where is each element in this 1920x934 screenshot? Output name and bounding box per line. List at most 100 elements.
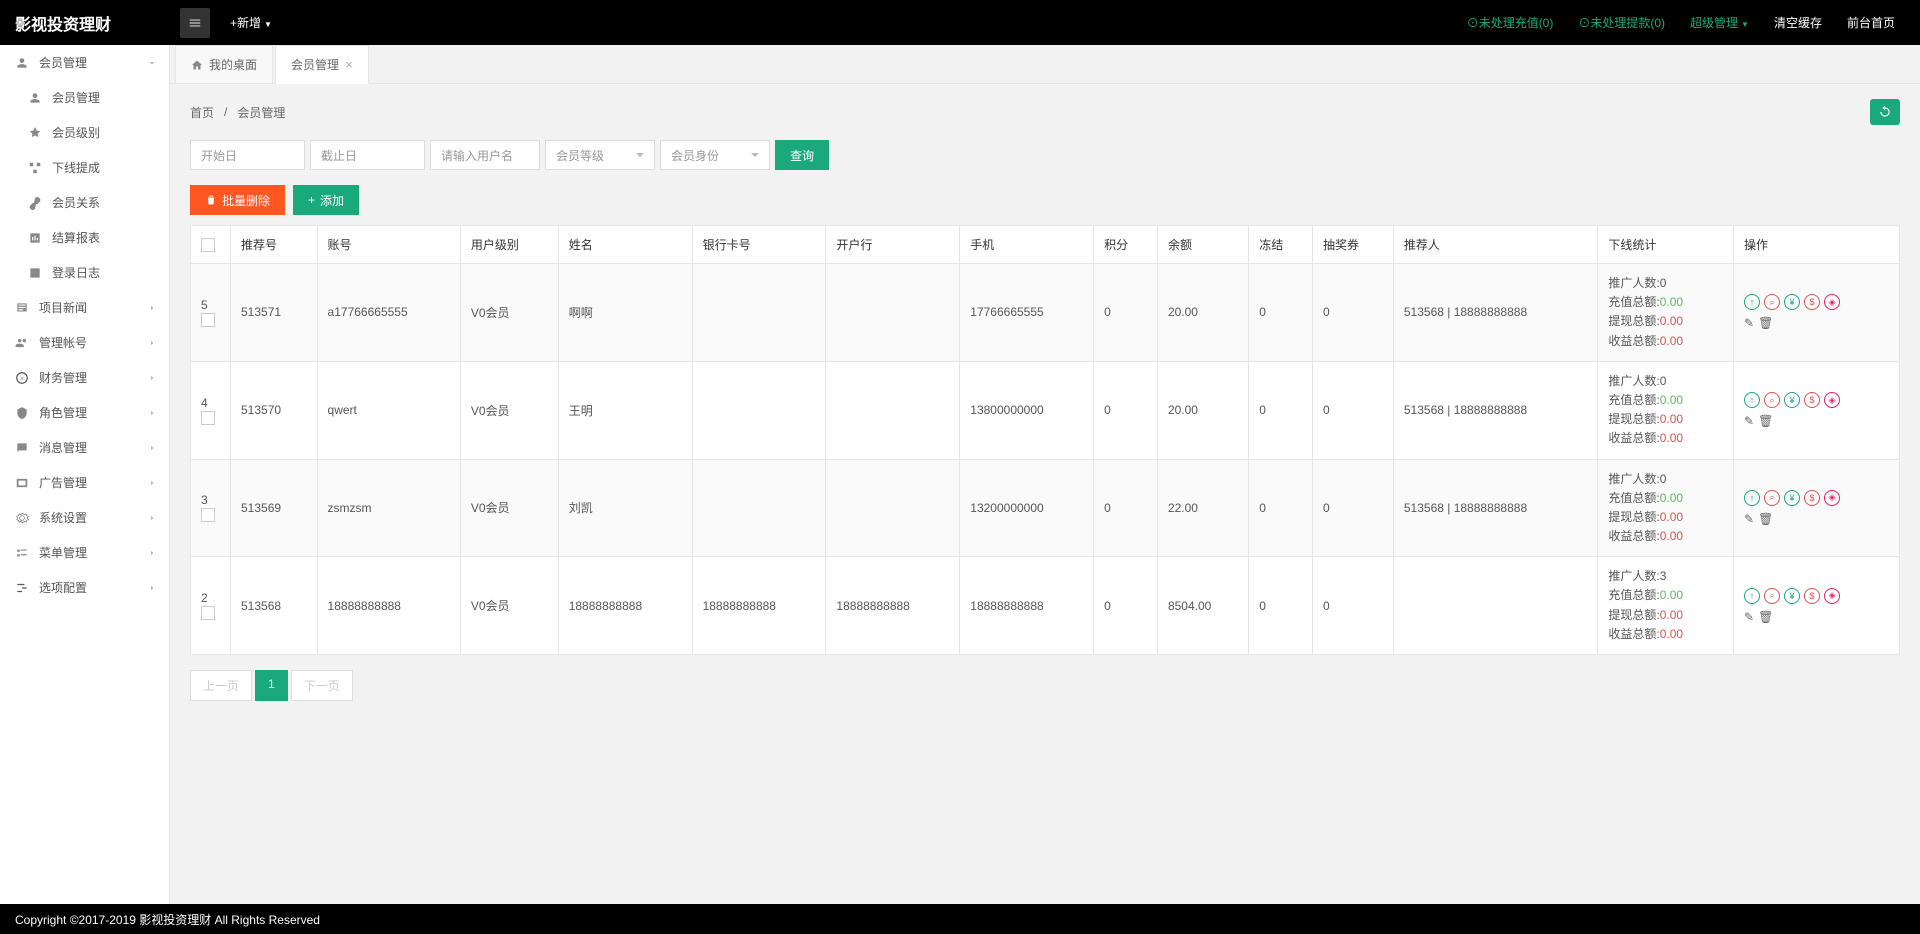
frontend-link[interactable]: 前台首页 <box>1847 14 1895 31</box>
tag-icon[interactable]: ◈ <box>1824 294 1840 310</box>
next-page-button[interactable]: 下一页 <box>291 670 353 701</box>
arrow-up-icon[interactable]: ↑ <box>1744 294 1760 310</box>
nav-message[interactable]: 消息管理 <box>0 430 169 465</box>
sidebar: 会员管理 会员管理 会员级别 下线提成 会员关系 结算报表 登录日志 项目新闻 … <box>0 45 170 904</box>
nav-sub-relation[interactable]: 会员关系 <box>0 185 169 220</box>
plus-icon: + <box>308 193 315 207</box>
edit-icon[interactable]: ✎ <box>1744 316 1754 330</box>
nav-sub-member-mgmt[interactable]: 会员管理 <box>0 80 169 115</box>
refresh-button[interactable] <box>1870 99 1900 125</box>
member-table: 推荐号 账号 用户级别 姓名 银行卡号 开户行 手机 积分 余额 冻结 抽奖券 … <box>190 225 1900 655</box>
arrow-up-icon[interactable]: ↑ <box>1744 490 1760 506</box>
money-icon: ¥ <box>15 371 29 385</box>
breadcrumb: 首页 / 会员管理 <box>190 99 1900 125</box>
nav-sub-settlement[interactable]: 结算报表 <box>0 220 169 255</box>
report-icon <box>28 231 42 245</box>
select-all-checkbox[interactable] <box>201 238 215 252</box>
chevron-right-icon <box>147 443 157 453</box>
pending-withdraw-link[interactable]: ⊙未处理提款(0) <box>1578 14 1665 31</box>
user-icon <box>15 56 29 70</box>
dollar-icon[interactable]: $ <box>1804 588 1820 604</box>
delete-icon[interactable]: 🗑 <box>1758 610 1773 624</box>
clear-cache-link[interactable]: 清空缓存 <box>1774 14 1822 31</box>
arrow-up-icon[interactable]: ↑ <box>1744 588 1760 604</box>
table-row: 5 513571 a17766665555 V0会员 啊啊 1776666555… <box>191 264 1900 362</box>
tab-member-mgmt[interactable]: 会员管理 × <box>275 45 369 84</box>
table-row: 3 513569 zsmzsm V0会员 刘凯 13200000000 0 22… <box>191 459 1900 557</box>
tree-icon <box>28 161 42 175</box>
zoom-icon[interactable]: ⌕ <box>1764 588 1780 604</box>
badge-icon <box>28 126 42 140</box>
yen-icon[interactable]: ¥ <box>1784 490 1800 506</box>
pending-recharge-link[interactable]: ⊙未处理充值(0) <box>1467 14 1554 31</box>
nav-member-management[interactable]: 会员管理 <box>0 45 169 80</box>
nav-menu[interactable]: 菜单管理 <box>0 535 169 570</box>
super-admin-dropdown[interactable]: 超级管理▼ <box>1690 14 1749 31</box>
nav-manage-account[interactable]: 管理帐号 <box>0 325 169 360</box>
username-input[interactable]: 请输入用户名 <box>430 140 540 170</box>
row-checkbox[interactable] <box>201 313 215 327</box>
dollar-icon[interactable]: $ <box>1804 490 1820 506</box>
nav-finance[interactable]: ¥财务管理 <box>0 360 169 395</box>
chevron-right-icon <box>147 478 157 488</box>
refresh-icon <box>1878 105 1892 119</box>
dollar-icon[interactable]: $ <box>1804 294 1820 310</box>
zoom-icon[interactable]: ⌕ <box>1764 392 1780 408</box>
nav-option[interactable]: 选项配置 <box>0 570 169 605</box>
yen-icon[interactable]: ¥ <box>1784 294 1800 310</box>
nav-role[interactable]: 角色管理 <box>0 395 169 430</box>
nav-sub-login-log[interactable]: 登录日志 <box>0 255 169 290</box>
nav-system[interactable]: 系统设置 <box>0 500 169 535</box>
breadcrumb-home[interactable]: 首页 <box>190 104 214 121</box>
tab-desktop[interactable]: 我的桌面 <box>175 45 273 83</box>
tab-bar: 我的桌面 会员管理 × <box>170 45 1920 84</box>
row-checkbox[interactable] <box>201 508 215 522</box>
tag-icon[interactable]: ◈ <box>1824 392 1840 408</box>
hamburger-icon <box>188 16 202 30</box>
edit-icon[interactable]: ✎ <box>1744 610 1754 624</box>
sidebar-toggle[interactable] <box>180 8 210 38</box>
pagination: 上一页 1 下一页 <box>190 670 1900 701</box>
delete-icon[interactable]: 🗑 <box>1758 414 1773 428</box>
top-header: 影视投资理财 +新增 ⊙未处理充值(0) ⊙未处理提款(0) 超级管理▼ 清空缓… <box>0 0 1920 45</box>
table-row: 2 513568 18888888888 V0会员 18888888888 18… <box>191 557 1900 655</box>
end-date-input[interactable]: 截止日 <box>310 140 425 170</box>
prev-page-button[interactable]: 上一页 <box>190 670 252 701</box>
nav-project-news[interactable]: 项目新闻 <box>0 290 169 325</box>
breadcrumb-current: 会员管理 <box>237 104 285 121</box>
start-date-input[interactable]: 开始日 <box>190 140 305 170</box>
nav-sub-downline[interactable]: 下线提成 <box>0 150 169 185</box>
news-icon <box>15 301 29 315</box>
delete-icon[interactable]: 🗑 <box>1758 512 1773 526</box>
zoom-icon[interactable]: ⌕ <box>1764 490 1780 506</box>
member-level-select[interactable]: 会员等级 <box>545 140 655 170</box>
nav-ad[interactable]: 广告管理 <box>0 465 169 500</box>
batch-delete-button[interactable]: 批量删除 <box>190 185 285 215</box>
add-button[interactable]: + 添加 <box>293 185 359 215</box>
tag-icon[interactable]: ◈ <box>1824 588 1840 604</box>
ad-icon <box>15 476 29 490</box>
delete-icon[interactable]: 🗑 <box>1758 316 1773 330</box>
edit-icon[interactable]: ✎ <box>1744 414 1754 428</box>
nav-sub-member-level[interactable]: 会员级别 <box>0 115 169 150</box>
page-1-button[interactable]: 1 <box>255 670 288 701</box>
users-icon <box>15 336 29 350</box>
search-button[interactable]: 查询 <box>775 140 829 170</box>
row-checkbox[interactable] <box>201 411 215 425</box>
footer: Copyright ©2017-2019 影视投资理财 All Rights R… <box>0 904 1920 934</box>
edit-icon[interactable]: ✎ <box>1744 512 1754 526</box>
add-new-dropdown[interactable]: +新增 <box>220 14 282 31</box>
close-icon[interactable]: × <box>345 57 353 72</box>
yen-icon[interactable]: ¥ <box>1784 392 1800 408</box>
logo: 影视投资理财 <box>0 11 170 35</box>
chevron-right-icon <box>147 548 157 558</box>
yen-icon[interactable]: ¥ <box>1784 588 1800 604</box>
arrow-up-icon[interactable]: ↑ <box>1744 392 1760 408</box>
member-identity-select[interactable]: 会员身份 <box>660 140 770 170</box>
sliders-icon <box>15 581 29 595</box>
log-icon <box>28 266 42 280</box>
dollar-icon[interactable]: $ <box>1804 392 1820 408</box>
tag-icon[interactable]: ◈ <box>1824 490 1840 506</box>
zoom-icon[interactable]: ⌕ <box>1764 294 1780 310</box>
row-checkbox[interactable] <box>201 606 215 620</box>
